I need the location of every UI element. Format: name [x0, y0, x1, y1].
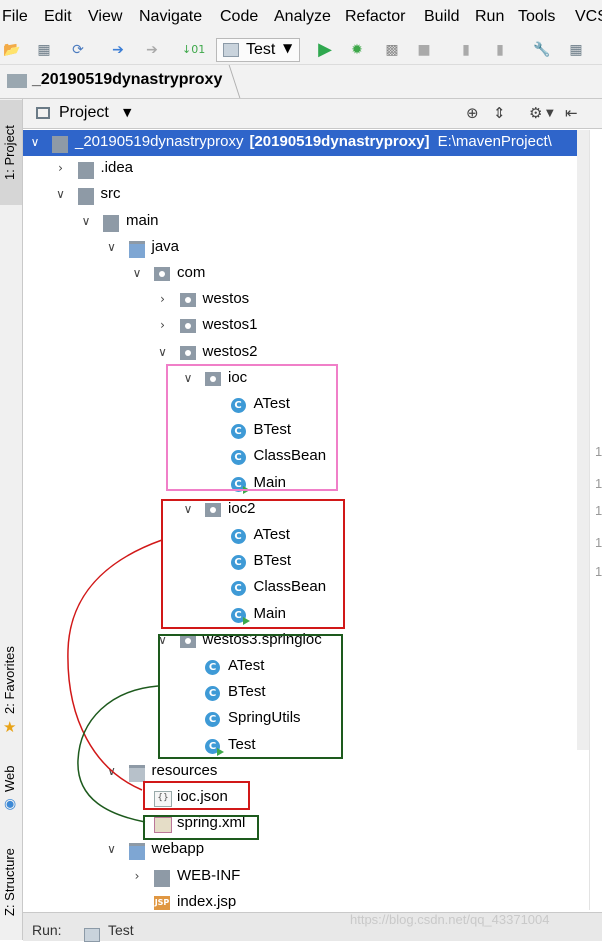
red-connector-line [67, 539, 163, 791]
watermark-text: https://blog.csdn.net/qq_43371004 [350, 912, 550, 927]
annotation-lines [67, 539, 163, 823]
test-tab-label[interactable]: Test [108, 922, 134, 938]
green-connector-line [77, 685, 159, 823]
run-tab-label[interactable]: Run: [32, 922, 62, 938]
